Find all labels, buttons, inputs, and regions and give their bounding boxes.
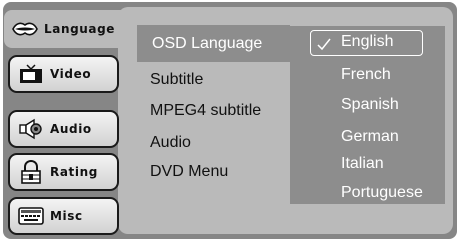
- option-german[interactable]: German: [341, 128, 399, 146]
- menu-item-audio[interactable]: Audio: [150, 134, 191, 152]
- tab-misc[interactable]: Misc: [8, 197, 119, 235]
- lock-icon: [18, 160, 44, 184]
- tv-icon: [18, 62, 44, 86]
- tab-label: Rating: [50, 165, 98, 179]
- tab-label: Video: [50, 67, 92, 81]
- lips-icon: [12, 17, 38, 41]
- menu-item-osd-language[interactable]: OSD Language: [137, 25, 290, 62]
- option-spanish[interactable]: Spanish: [341, 96, 399, 114]
- keyboard-icon: [18, 204, 44, 228]
- option-french[interactable]: French: [341, 66, 391, 84]
- menu-item-label: OSD Language: [152, 34, 263, 52]
- menu-item-mpeg4-subtitle[interactable]: MPEG4 subtitle: [150, 102, 261, 120]
- menu-item-subtitle[interactable]: Subtitle: [150, 71, 203, 89]
- tab-rating[interactable]: Rating: [8, 153, 119, 191]
- tab-label: Misc: [50, 209, 83, 223]
- tab-label: Language: [44, 22, 116, 36]
- tab-language[interactable]: Language: [4, 10, 124, 48]
- option-italian[interactable]: Italian: [341, 155, 384, 173]
- tab-video[interactable]: Video: [8, 55, 119, 93]
- tab-label: Audio: [50, 122, 92, 136]
- checkmark-icon: [317, 38, 331, 51]
- option-portuguese[interactable]: Portuguese: [341, 184, 423, 202]
- speaker-icon: [18, 117, 44, 141]
- option-english[interactable]: English: [341, 33, 393, 51]
- menu-item-dvd-menu[interactable]: DVD Menu: [150, 163, 228, 181]
- tab-audio[interactable]: Audio: [8, 110, 119, 148]
